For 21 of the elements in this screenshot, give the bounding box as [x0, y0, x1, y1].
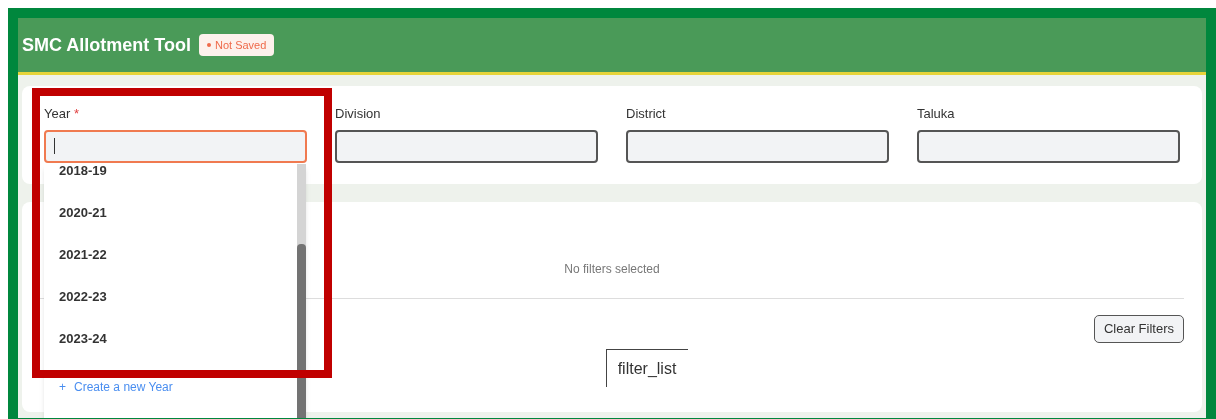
select-field[interactable] — [626, 129, 889, 163]
scrollbar[interactable] — [297, 164, 306, 418]
select-field[interactable] — [44, 129, 307, 163]
scrollbar-thumb[interactable] — [297, 244, 306, 418]
field-label: Taluka — [917, 105, 956, 123]
dropdown-option[interactable]: 2023-24 — [59, 326, 297, 352]
dropdown-option[interactable]: 2020-21 — [59, 200, 297, 226]
clear-filters-button[interactable]: Clear Filters — [1093, 315, 1184, 343]
status-badge: Not Saved — [199, 33, 275, 57]
dropdown-option[interactable]: 2022-23 — [59, 284, 297, 310]
dropdown-option[interactable]: 2018-19 — [59, 158, 297, 184]
dropdown-option[interactable]: 2021-22 — [59, 242, 297, 268]
select-field[interactable] — [335, 129, 598, 163]
empty-message: No filters selected — [564, 261, 660, 278]
field-label: District — [626, 105, 667, 123]
text-cursor — [54, 138, 55, 154]
app-title: SMC Allotment Tool — [22, 33, 191, 57]
field-label: Division — [335, 105, 382, 123]
select-field[interactable] — [917, 129, 1180, 163]
field-label: Year * — [44, 105, 80, 123]
filter-toggle[interactable]: filter_list — [605, 348, 689, 387]
